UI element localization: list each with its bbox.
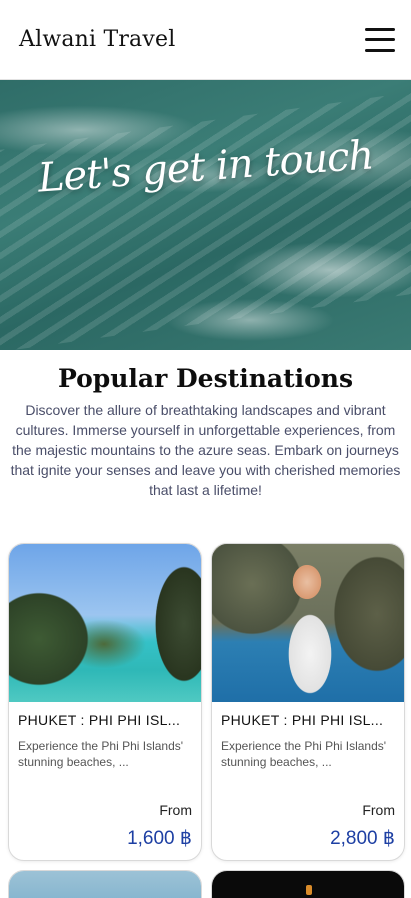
destination-card[interactable]: PHUKET : PHI PHI ISL... Experience the P… bbox=[211, 543, 405, 861]
menu-line bbox=[365, 48, 395, 52]
section-description: Discover the allure of breathtaking land… bbox=[10, 402, 401, 498]
destination-image bbox=[9, 544, 201, 702]
destination-description: Experience the Phi Phi Islands' stunning… bbox=[221, 739, 387, 769]
destination-card[interactable] bbox=[211, 870, 405, 898]
destination-card[interactable]: PHUKET : PHI PHI ISL... Experience the P… bbox=[8, 543, 202, 861]
lantern-light bbox=[306, 885, 312, 895]
site-header: Alwani Travel bbox=[0, 0, 411, 80]
destination-price: 1,600 ฿ bbox=[127, 828, 192, 849]
menu-line bbox=[365, 38, 395, 41]
destination-card[interactable] bbox=[8, 870, 202, 898]
destination-price: 2,800 ฿ bbox=[330, 828, 395, 849]
menu-line bbox=[365, 27, 395, 31]
price-from-label: From bbox=[159, 802, 192, 818]
brand-logo[interactable]: Alwani Travel bbox=[19, 27, 175, 52]
price-from-label: From bbox=[362, 802, 395, 818]
destination-name: PHUKET : PHI PHI ISL... bbox=[221, 712, 384, 728]
hero-banner: Let's get in touch bbox=[0, 80, 411, 350]
hamburger-menu-icon[interactable] bbox=[365, 27, 395, 52]
hero-wave-texture bbox=[0, 84, 411, 350]
section-title: Popular Destinations bbox=[57, 364, 354, 393]
destination-name: PHUKET : PHI PHI ISL... bbox=[18, 712, 181, 728]
destination-image bbox=[9, 871, 201, 898]
destination-image bbox=[212, 544, 404, 702]
destination-description: Experience the Phi Phi Islands' stunning… bbox=[18, 739, 184, 769]
